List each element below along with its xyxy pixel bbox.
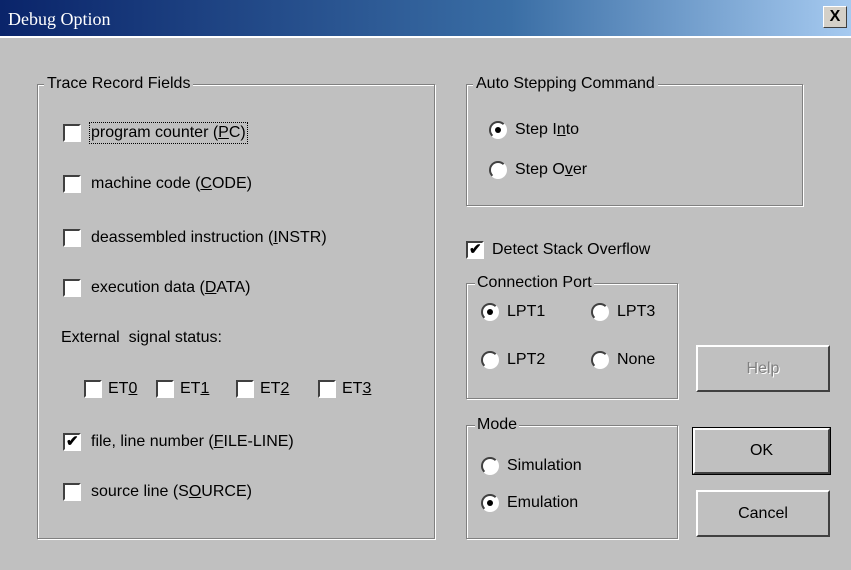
emulation-radio-dot[interactable] xyxy=(481,494,499,512)
step-over-radio-dot[interactable] xyxy=(489,161,507,179)
emulation-radio[interactable]: Emulation xyxy=(481,494,578,512)
code-checkbox-box[interactable] xyxy=(63,175,81,193)
data-checkbox-box[interactable] xyxy=(63,279,81,297)
external-signal-label: External signal status: xyxy=(61,329,222,346)
trace-record-fields-group: Trace Record Fields xyxy=(37,74,435,539)
help-button[interactable]: Help xyxy=(696,345,830,392)
none-label: None xyxy=(617,351,656,368)
code-checkbox[interactable]: machine code (CODE) xyxy=(63,175,252,193)
simulation-radio[interactable]: Simulation xyxy=(481,457,582,475)
source-checkbox-box[interactable] xyxy=(63,483,81,501)
lpt3-label: LPT3 xyxy=(617,303,656,320)
emulation-label: Emulation xyxy=(507,494,579,511)
mode-legend: Mode xyxy=(475,415,520,435)
source-label: source line (SOURCE) xyxy=(91,483,252,500)
pc-checkbox[interactable]: program counter (PC) xyxy=(63,122,248,144)
et0-checkbox[interactable]: ET0 xyxy=(84,380,137,398)
step-over-label: Step Over xyxy=(515,161,588,178)
cancel-button[interactable]: Cancel xyxy=(696,490,830,537)
step-over-radio[interactable]: Step Over xyxy=(489,161,587,179)
et0-checkbox-box[interactable] xyxy=(84,380,102,398)
lpt3-radio[interactable]: LPT3 xyxy=(591,303,655,321)
et2-checkbox[interactable]: ET2 xyxy=(236,380,289,398)
pc-label: program counter (PC) xyxy=(89,122,248,144)
step-into-radio[interactable]: Step Into xyxy=(489,121,579,139)
detect-stack-overflow-label: Detect Stack Overflow xyxy=(492,241,651,258)
step-into-label: Step Into xyxy=(515,121,580,138)
help-button-label: Help xyxy=(746,360,780,377)
instr-checkbox[interactable]: deassembled instruction (INSTR) xyxy=(63,229,327,247)
lpt1-radio[interactable]: LPT1 xyxy=(481,303,545,321)
et1-checkbox[interactable]: ET1 xyxy=(156,380,209,398)
lpt3-radio-dot[interactable] xyxy=(591,303,609,321)
detect-stack-overflow-box[interactable] xyxy=(466,240,484,259)
et3-checkbox-box[interactable] xyxy=(318,380,336,398)
et1-checkbox-box[interactable] xyxy=(156,380,174,398)
close-button[interactable]: X xyxy=(823,6,847,28)
instr-label: deassembled instruction (INSTR) xyxy=(91,229,327,246)
et3-checkbox[interactable]: ET3 xyxy=(318,380,371,398)
lpt1-radio-dot[interactable] xyxy=(481,303,499,321)
cancel-button-label: Cancel xyxy=(738,505,788,522)
pc-checkbox-box[interactable] xyxy=(63,124,81,142)
lpt2-radio-dot[interactable] xyxy=(481,351,499,369)
et2-label: ET2 xyxy=(260,380,290,397)
detect-stack-overflow-checkbox[interactable]: Detect Stack Overflow xyxy=(466,240,651,259)
instr-checkbox-box[interactable] xyxy=(63,229,81,247)
none-radio[interactable]: None xyxy=(591,351,655,369)
connection-port-group: Connection Port xyxy=(466,273,678,399)
source-checkbox[interactable]: source line (SOURCE) xyxy=(63,483,252,501)
et2-checkbox-box[interactable] xyxy=(236,380,254,398)
fileline-checkbox-box[interactable] xyxy=(63,432,81,451)
connection-port-legend: Connection Port xyxy=(475,273,594,293)
simulation-radio-dot[interactable] xyxy=(481,457,499,475)
lpt2-radio[interactable]: LPT2 xyxy=(481,351,545,369)
code-label: machine code (CODE) xyxy=(91,175,252,192)
ok-button-label: OK xyxy=(749,442,774,459)
step-into-radio-dot[interactable] xyxy=(489,121,507,139)
fileline-checkbox[interactable]: file, line number (FILE-LINE) xyxy=(63,432,294,451)
mode-group: Mode xyxy=(466,415,678,539)
none-radio-dot[interactable] xyxy=(591,351,609,369)
fileline-label: file, line number (FILE-LINE) xyxy=(91,433,294,450)
lpt1-label: LPT1 xyxy=(507,303,546,320)
auto-stepping-legend: Auto Stepping Command xyxy=(473,74,658,94)
et3-label: ET3 xyxy=(342,380,372,397)
et0-label: ET0 xyxy=(108,380,138,397)
auto-stepping-group: Auto Stepping Command xyxy=(466,74,803,206)
close-icon: X xyxy=(829,8,841,25)
title-bar: Debug Option X xyxy=(0,0,851,38)
ok-button[interactable]: OK xyxy=(692,427,831,475)
data-checkbox[interactable]: execution data (DATA) xyxy=(63,279,251,297)
window-title: Debug Option xyxy=(8,9,111,29)
data-label: execution data (DATA) xyxy=(91,279,251,296)
trace-record-fields-legend: Trace Record Fields xyxy=(44,74,194,94)
simulation-label: Simulation xyxy=(507,457,582,474)
lpt2-label: LPT2 xyxy=(507,351,546,368)
et1-label: ET1 xyxy=(180,380,210,397)
